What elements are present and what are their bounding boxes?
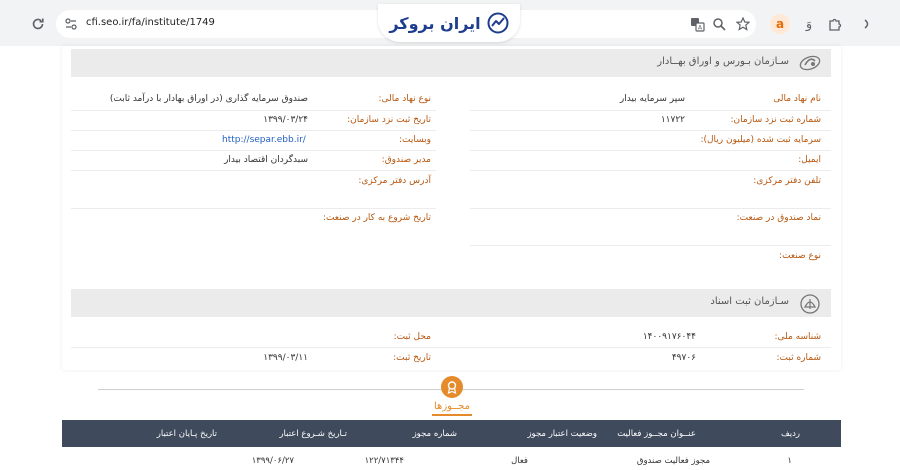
registry-date-label: تاریخ ثبت: (393, 353, 431, 363)
registry-section-title: سـازمان ثبت اسناد (710, 296, 789, 307)
institute-name-label: نام نهاد مالی (773, 94, 821, 104)
row-divider (470, 110, 831, 111)
chart-logo-icon (487, 12, 509, 34)
national-id-label: شناسه ملی: (774, 332, 821, 342)
manager-value: سبدگردان اقتصاد بیدار (224, 155, 308, 165)
manager-label: مدیر صندوق: (381, 155, 431, 165)
registry-no-label: شماره ثبت: (776, 353, 822, 363)
sebo-reg-no-value: ۱۱۷۲۲ (660, 115, 685, 125)
menu-icon[interactable] (858, 15, 876, 33)
row-divider (470, 170, 831, 171)
permit-badge-icon (441, 376, 463, 398)
reg-location-label: محل ثبت: (393, 332, 431, 342)
registry-date-value: ۱۳۹۹/۰۳/۱۱ (263, 353, 308, 363)
institute-type-label: نوع نهاد مالی: (378, 94, 432, 104)
translate-icon[interactable]: A (688, 15, 706, 33)
url-text[interactable]: cfi.seo.ir/fa/institute/1749 (86, 17, 215, 28)
row-divider (71, 110, 436, 111)
column-header: ردیف (780, 429, 800, 439)
table-cell: ۱۳۹۹/۰۶/۲۷ (251, 456, 294, 466)
institute-name-value: سپر سرمایه بیدار (619, 94, 685, 104)
row-divider (71, 347, 831, 348)
table-cell: ۱ (787, 456, 792, 466)
institute-type-value: صندوق سرمایه گذاری (در اوراق بهادار با د… (109, 94, 308, 104)
symbol-label: نماد صندوق در صنعت: (736, 213, 821, 223)
sebo-reg-date-label: تاریخ ثبت نزد سازمان: (347, 115, 431, 125)
table-cell: ۱۲۲/۷۱۳۴۴ (364, 456, 404, 466)
address-label: آدرس دفتر مرکزی: (358, 176, 431, 186)
zoom-icon[interactable] (710, 15, 728, 33)
row-divider (71, 208, 436, 209)
extension-glyph-icon[interactable]: وَ (800, 15, 818, 33)
sebo-reg-no-label: شماره ثبت نزد سازمان: (730, 115, 821, 125)
permits-table-header: ردیف عنــوان مجــوز فعالیت وضعیت اعتبار … (62, 420, 841, 447)
row-divider (470, 150, 831, 151)
email-label: ایمیل: (798, 155, 821, 165)
permits-title: مجــوزها (434, 401, 470, 412)
row-divider (470, 245, 831, 246)
website-label: وبسایت: (399, 135, 431, 145)
bookmark-star-icon[interactable] (734, 15, 752, 33)
column-header: تـاریخ شـروع اعتبار (279, 429, 347, 439)
website-link[interactable]: http://separ.ebb.ir/ (222, 135, 306, 145)
sebo-reg-date-value: ۱۳۹۹/۰۳/۲۴ (263, 115, 308, 125)
registry-section-header: سـازمان ثبت اسناد (71, 289, 831, 317)
column-header: عنــوان مجــوز فعالیت (617, 429, 696, 439)
extensions-puzzle-icon[interactable] (826, 15, 844, 33)
sebo-section-title: سـازمان بـورس و اوراق بهــادار (657, 56, 789, 67)
row-divider (470, 130, 831, 131)
table-cell: مجوز فعالیت صندوق (636, 456, 710, 466)
browser-toolbar: cfi.seo.ir/fa/institute/1749 ایران بروکر… (0, 0, 900, 46)
capital-label: سرمایه ثبت شده (میلیون ریال): (700, 135, 821, 145)
row-divider (470, 208, 831, 209)
reload-icon[interactable] (30, 16, 46, 32)
column-header: شماره مجوز (412, 429, 457, 439)
amazon-extension-icon[interactable]: a (770, 14, 790, 34)
phone-label: تلفن دفتر مرکزی: (753, 176, 821, 186)
sebo-logo-icon (799, 53, 821, 73)
row-divider (71, 150, 436, 151)
national-id-value: ۱۴۰۰۹۱۷۶۰۴۴ (642, 332, 696, 342)
column-header: تاریخ پـایان اعتبار (156, 429, 217, 439)
start-date-label: تاریخ شروع به کار در صنعت: (322, 213, 431, 223)
registry-emblem-icon (799, 293, 821, 314)
row-divider (71, 170, 436, 171)
registry-no-value: ۴۹۷۰۶ (671, 353, 696, 363)
iranbroker-logo: ایران بروکر (378, 4, 520, 42)
sebo-section-header: سـازمان بـورس و اوراق بهــادار (71, 49, 831, 77)
permits-title-underline (432, 414, 472, 416)
industry-label: نوع صنعت: (779, 251, 821, 261)
row-divider (71, 130, 436, 131)
logo-text: ایران بروکر (389, 13, 481, 33)
column-header: وضعیت اعتبار مجوز (527, 429, 597, 439)
table-cell: فعال (511, 456, 528, 466)
site-settings-icon[interactable] (64, 17, 78, 31)
